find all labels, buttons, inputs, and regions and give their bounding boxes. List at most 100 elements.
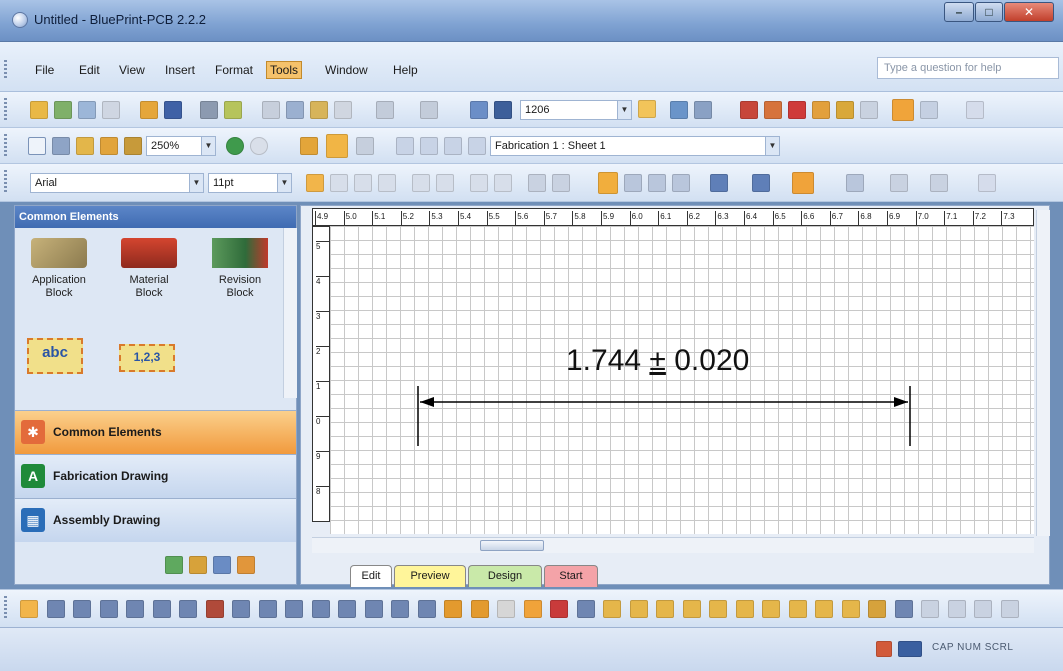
first-sheet-icon[interactable] xyxy=(396,137,414,155)
paste-icon[interactable] xyxy=(310,101,328,119)
drawing-tool-icon[interactable] xyxy=(258,600,277,618)
strikethrough-icon[interactable] xyxy=(378,174,396,192)
text-style-icon[interactable] xyxy=(528,174,546,192)
chevron-down-icon[interactable]: ▼ xyxy=(277,174,291,192)
drawing-tool-icon[interactable] xyxy=(364,600,383,618)
chevron-down-icon[interactable]: ▼ xyxy=(189,174,203,192)
open-folder-icon[interactable] xyxy=(140,101,158,119)
layers-icon[interactable] xyxy=(764,101,782,119)
shadow-icon[interactable] xyxy=(978,174,996,192)
zoom-combo[interactable]: 250% ▼ xyxy=(146,136,216,156)
shrink-font-icon[interactable] xyxy=(494,174,512,192)
drawing-tool-icon[interactable] xyxy=(974,600,992,618)
grid-toggle-icon[interactable] xyxy=(920,101,938,119)
section-common-elements[interactable]: ✱ Common Elements xyxy=(15,410,296,454)
stencil-numbering[interactable]: 1,2,3 xyxy=(119,344,175,372)
drawing-tool-icon[interactable] xyxy=(894,600,913,618)
menu-grip[interactable] xyxy=(4,60,7,78)
pane-tool-icon[interactable] xyxy=(165,556,183,574)
line-color-icon[interactable] xyxy=(752,174,770,192)
library-icon[interactable] xyxy=(78,101,96,119)
tab-design[interactable]: Design xyxy=(468,565,542,587)
help-search-input[interactable]: Type a question for help xyxy=(877,57,1059,79)
toolbar-grip[interactable] xyxy=(4,98,7,122)
stencil-revision-block[interactable]: Revision Block xyxy=(203,238,277,300)
drawing-tool-icon[interactable] xyxy=(841,600,860,618)
single-sheet-icon[interactable] xyxy=(300,137,318,155)
toolbar-grip[interactable] xyxy=(4,596,7,620)
pane-tool-icon[interactable] xyxy=(213,556,231,574)
menu-file[interactable]: File xyxy=(32,62,57,78)
zoom-actual-icon[interactable] xyxy=(100,137,118,155)
pane-tool-icon[interactable] xyxy=(237,556,255,574)
drawing-canvas[interactable]: 1.744 ± 0.020 xyxy=(330,226,1034,534)
drawing-tool-icon[interactable] xyxy=(576,600,595,618)
chevron-down-icon[interactable]: ▼ xyxy=(765,137,779,155)
font-size-combo[interactable]: 11pt ▼ xyxy=(208,173,292,193)
help-icon[interactable] xyxy=(966,101,984,119)
stencil-scrollbar[interactable] xyxy=(283,228,297,398)
fill-color-icon[interactable] xyxy=(792,172,814,194)
drawing-tool-icon[interactable] xyxy=(788,600,807,618)
drawing-tool-icon[interactable] xyxy=(73,600,91,618)
drawing-tool-icon[interactable] xyxy=(523,600,542,618)
drawing-tool-icon[interactable] xyxy=(868,600,886,618)
stamp-icon[interactable] xyxy=(694,101,712,119)
drawing-tool-icon[interactable] xyxy=(46,600,65,618)
toolbar-grip[interactable] xyxy=(4,134,7,158)
drawing-tool-icon[interactable] xyxy=(152,600,171,618)
drawing-tool-icon[interactable] xyxy=(205,600,224,618)
multi-sheet-icon[interactable] xyxy=(326,134,348,158)
italic-icon[interactable] xyxy=(330,174,348,192)
drawing-tool-icon[interactable] xyxy=(815,600,833,618)
status-drc-icon[interactable] xyxy=(876,641,892,657)
drawing-tool-icon[interactable] xyxy=(391,600,409,618)
print-setup-icon[interactable] xyxy=(102,101,120,119)
minimize-button[interactable]: – xyxy=(944,2,974,22)
spellcheck-icon[interactable] xyxy=(224,101,242,119)
drawing-tool-icon[interactable] xyxy=(20,600,38,618)
redo-icon[interactable] xyxy=(420,101,438,119)
status-layers-icon[interactable] xyxy=(898,641,922,657)
clipboard-icon[interactable] xyxy=(860,101,878,119)
part-search-combo[interactable]: 1206 ▼ xyxy=(520,100,632,120)
clear-format-icon[interactable] xyxy=(552,174,570,192)
menu-insert[interactable]: Insert xyxy=(162,62,198,78)
pane-tool-icon[interactable] xyxy=(189,556,207,574)
section-assembly-drawing[interactable]: ▦ Assembly Drawing xyxy=(15,498,296,542)
font-color-icon[interactable] xyxy=(710,174,728,192)
stencil-application-block[interactable]: Application Block xyxy=(21,238,97,300)
cut-icon[interactable] xyxy=(262,101,280,119)
chevron-down-icon[interactable]: ▼ xyxy=(201,137,215,155)
chevron-down-icon[interactable]: ▼ xyxy=(617,101,631,119)
section-fabrication-drawing[interactable]: A Fabrication Drawing xyxy=(15,454,296,498)
drawing-tool-icon[interactable] xyxy=(629,600,648,618)
menu-view[interactable]: View xyxy=(116,62,148,78)
next-sheet-icon[interactable] xyxy=(444,137,462,155)
zoom-fit-icon[interactable] xyxy=(124,137,142,155)
properties-icon[interactable] xyxy=(836,101,854,119)
tab-start[interactable]: Start xyxy=(544,565,598,587)
drawing-tool-icon[interactable] xyxy=(470,600,489,618)
menu-window[interactable]: Window xyxy=(322,62,371,78)
grow-font-icon[interactable] xyxy=(470,174,488,192)
dimension-text[interactable]: 1.744 ± 0.020 xyxy=(566,344,749,378)
zoom-page-icon[interactable] xyxy=(52,137,70,155)
arrows-icon[interactable] xyxy=(930,174,948,192)
canvas-horizontal-scrollbar[interactable] xyxy=(312,537,1034,553)
line-weight-icon[interactable] xyxy=(846,174,864,192)
tab-edit[interactable]: Edit xyxy=(350,565,392,587)
close-button[interactable]: ✕ xyxy=(1004,2,1054,22)
pdf-icon[interactable] xyxy=(788,101,806,119)
zoom-width-icon[interactable] xyxy=(76,137,94,155)
panel-toggle-icon[interactable] xyxy=(892,99,914,121)
drawing-tool-icon[interactable] xyxy=(179,600,197,618)
drawing-tool-icon[interactable] xyxy=(947,600,966,618)
toolbar-grip[interactable] xyxy=(4,170,7,194)
canvas-vertical-scrollbar[interactable] xyxy=(1036,210,1050,536)
bold-icon[interactable] xyxy=(306,174,324,192)
drawing-tool-icon[interactable] xyxy=(603,600,621,618)
drawing-tool-icon[interactable] xyxy=(762,600,780,618)
find-icon[interactable] xyxy=(494,101,512,119)
menu-format[interactable]: Format xyxy=(212,62,256,78)
